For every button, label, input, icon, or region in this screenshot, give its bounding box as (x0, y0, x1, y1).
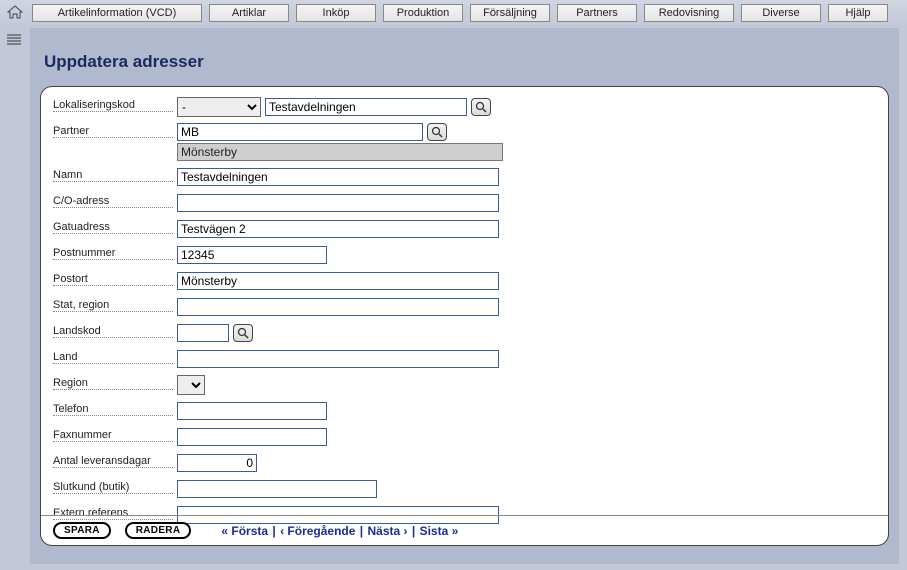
label-postort: Postort (53, 271, 173, 286)
lokaliseringskod-input[interactable] (265, 98, 467, 116)
landskod-search-button[interactable] (233, 324, 253, 342)
lokaliseringskod-select[interactable]: - (177, 97, 261, 117)
landskod-input[interactable] (177, 324, 229, 342)
menu-forsaljning[interactable]: Försäljning (470, 4, 550, 22)
label-landskod: Landskod (53, 323, 173, 338)
list-icon[interactable] (7, 34, 23, 48)
partner-search-button[interactable] (427, 123, 447, 141)
postort-input[interactable] (177, 272, 499, 290)
page-area: Uppdatera adresser Lokaliseringskod - Pa… (30, 28, 899, 564)
partner-code-input[interactable] (177, 123, 423, 141)
menu-bar: Artikelinformation (VCD) Artiklar Inköp … (32, 4, 888, 22)
menu-partners[interactable]: Partners (557, 4, 637, 22)
gatuadress-input[interactable] (177, 220, 499, 238)
label-co-adress: C/O-adress (53, 193, 173, 208)
partner-name-display: Mönsterby (177, 143, 503, 161)
label-stat-region: Stat, region (53, 297, 173, 312)
form-panel: Lokaliseringskod - Partner (40, 86, 889, 546)
label-region: Region (53, 375, 173, 390)
nav-first[interactable]: « Första (221, 524, 268, 538)
record-nav: « Första | ‹ Föregående | Nästa › | Sist… (221, 524, 458, 538)
magnify-icon (431, 126, 443, 138)
menu-artiklar[interactable]: Artiklar (209, 4, 289, 22)
menu-produktion[interactable]: Produktion (383, 4, 463, 22)
nav-sep: | (412, 524, 415, 538)
magnify-icon (237, 327, 249, 339)
namn-input[interactable] (177, 168, 499, 186)
faxnummer-input[interactable] (177, 428, 327, 446)
land-input[interactable] (177, 350, 499, 368)
home-icon[interactable] (6, 3, 24, 21)
region-select[interactable] (177, 375, 205, 395)
label-gatuadress: Gatuadress (53, 219, 173, 234)
antal-leveransdagar-input[interactable] (177, 454, 257, 472)
label-telefon: Telefon (53, 401, 173, 416)
co-adress-input[interactable] (177, 194, 499, 212)
menu-inkop[interactable]: Inköp (296, 4, 376, 22)
page-title: Uppdatera adresser (30, 28, 899, 86)
nav-prev[interactable]: ‹ Föregående (280, 524, 355, 538)
label-slutkund: Slutkund (butik) (53, 479, 173, 494)
magnify-icon (475, 101, 487, 113)
nav-last[interactable]: Sista » (420, 524, 459, 538)
telefon-input[interactable] (177, 402, 327, 420)
menu-redovisning[interactable]: Redovisning (644, 4, 734, 22)
postnummer-input[interactable] (177, 246, 327, 264)
form-footer: SPARA RADERA « Första | ‹ Föregående | N… (41, 515, 888, 539)
menu-diverse[interactable]: Diverse (741, 4, 821, 22)
label-partner: Partner (53, 123, 173, 138)
menu-hjalp[interactable]: Hjälp (828, 4, 888, 22)
nav-sep: | (272, 524, 275, 538)
label-lokaliseringskod: Lokaliseringskod (53, 97, 173, 112)
label-antal-leveransdagar: Antal leveransdagar (53, 453, 173, 468)
slutkund-input[interactable] (177, 480, 377, 498)
menu-artikelinformation[interactable]: Artikelinformation (VCD) (32, 4, 202, 22)
delete-button[interactable]: RADERA (125, 522, 192, 539)
label-faxnummer: Faxnummer (53, 427, 173, 442)
nav-sep: | (360, 524, 363, 538)
save-button[interactable]: SPARA (53, 522, 111, 539)
nav-next[interactable]: Nästa › (368, 524, 408, 538)
lokaliseringskod-search-button[interactable] (471, 98, 491, 116)
label-postnummer: Postnummer (53, 245, 173, 260)
label-land: Land (53, 349, 173, 364)
label-namn: Namn (53, 167, 173, 182)
stat-region-input[interactable] (177, 298, 499, 316)
top-menu-bar: Artikelinformation (VCD) Artiklar Inköp … (0, 0, 907, 28)
